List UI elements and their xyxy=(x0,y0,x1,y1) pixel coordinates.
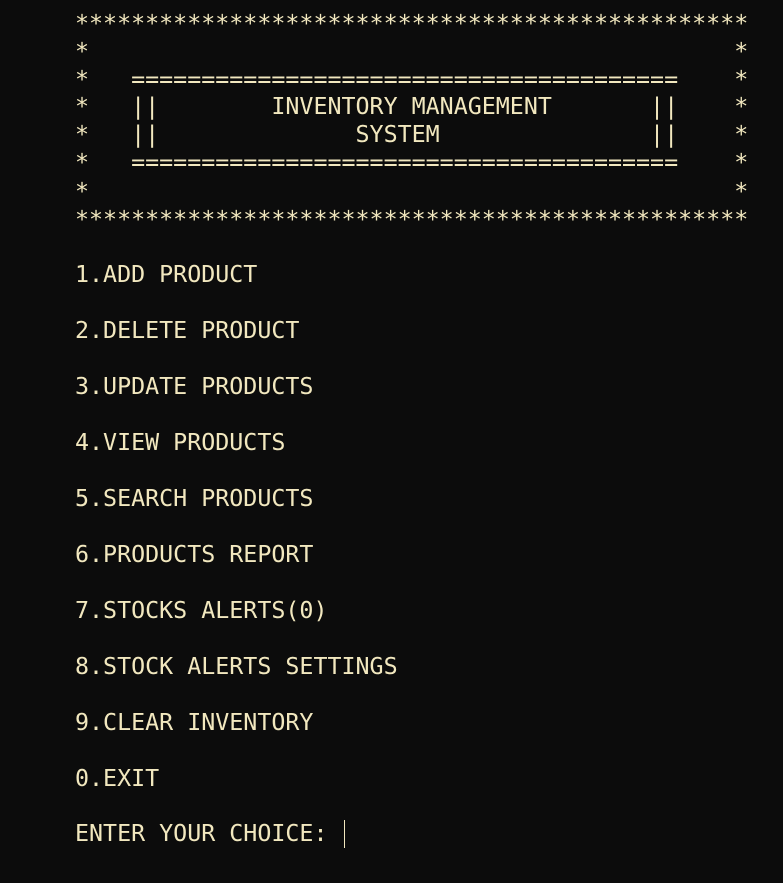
banner-border-top: ****************************************… xyxy=(75,10,749,37)
banner-title-line-2: * || SYSTEM || * xyxy=(75,121,749,148)
banner-blank-line: * * xyxy=(75,38,749,65)
banner-blank-line: * * xyxy=(75,178,749,205)
menu-item-products-report: 6.PRODUCTS REPORT xyxy=(75,541,314,568)
menu-item-delete-product: 2.DELETE PRODUCT xyxy=(75,317,300,344)
menu-item-add-product: 1.ADD PRODUCT xyxy=(75,261,258,288)
menu-item-update-products: 3.UPDATE PRODUCTS xyxy=(75,373,314,400)
menu-item-clear-inventory: 9.CLEAR INVENTORY xyxy=(75,709,314,736)
banner-rule-top: * ======================================… xyxy=(75,66,749,93)
choice-prompt[interactable]: ENTER YOUR CHOICE: xyxy=(75,820,345,848)
menu-item-exit: 0.EXIT xyxy=(75,765,160,792)
menu-item-stock-alert-settings: 8.STOCK ALERTS SETTINGS xyxy=(75,653,398,680)
terminal-window: ****************************************… xyxy=(0,0,783,883)
banner-rule-bottom: * ======================================… xyxy=(75,149,749,176)
banner-title-line-1: * || INVENTORY MANAGEMENT || * xyxy=(75,93,749,120)
text-cursor xyxy=(343,820,345,848)
prompt-label: ENTER YOUR CHOICE: xyxy=(75,820,342,847)
menu-item-stock-alerts: 7.STOCKS ALERTS(0) xyxy=(75,597,328,624)
menu-item-view-products: 4.VIEW PRODUCTS xyxy=(75,429,286,456)
menu-item-search-products: 5.SEARCH PRODUCTS xyxy=(75,485,314,512)
banner-border-bottom: ****************************************… xyxy=(75,206,749,233)
